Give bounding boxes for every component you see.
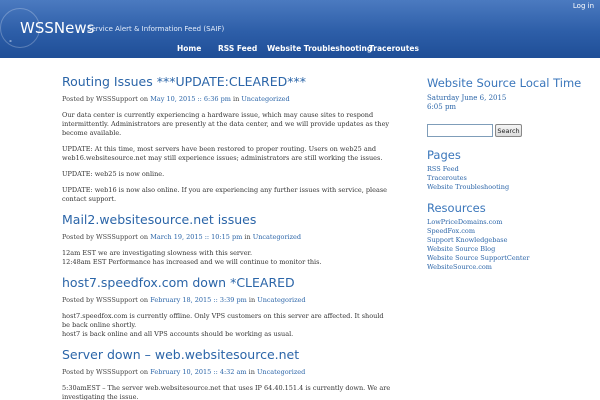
- meta-label: on: [140, 368, 149, 376]
- post-title[interactable]: Mail2.websitesource.net issues: [62, 212, 392, 228]
- post-author: WSSSupport: [95, 233, 138, 241]
- post-author: WSSSupport: [95, 368, 138, 376]
- site-header: WSSNews Service Alert & Information Feed…: [0, 0, 600, 58]
- post-paragraph: Our data center is currently experiencin…: [62, 111, 390, 137]
- resources-list: LowPriceDomains.com SpeedFox.com Support…: [427, 218, 597, 272]
- post-paragraph: host7 is back online and all VPS account…: [62, 330, 294, 338]
- post-body: Our data center is currently experiencin…: [62, 111, 392, 204]
- post-paragraph: UPDATE: web16 is now also online. If you…: [62, 186, 388, 203]
- post-paragraph: 12am EST we are investigating slowness w…: [62, 249, 253, 257]
- post-date-link[interactable]: February 18, 2015 :: 3:39 pm: [150, 296, 247, 304]
- post-title[interactable]: host7.speedfox.com down *CLEARED: [62, 275, 392, 291]
- pages-title: Pages: [427, 148, 461, 162]
- post-meta: Posted by WSSSupport on February 18, 201…: [62, 296, 392, 305]
- post-body: 5:30amEST – The server web.websitesource…: [62, 384, 392, 400]
- meta-label: Posted by: [62, 368, 94, 376]
- pages-list: RSS Feed Traceroutes Website Troubleshoo…: [427, 165, 597, 192]
- post-category-link[interactable]: Uncategorized: [257, 296, 305, 304]
- post-body: 12am EST we are investigating slowness w…: [62, 249, 392, 267]
- post-date-link[interactable]: May 10, 2015 :: 6:36 pm: [150, 95, 231, 103]
- meta-label: in: [248, 296, 256, 304]
- resources-item[interactable]: Website Source SupportCenter: [427, 254, 597, 263]
- meta-label: Posted by: [62, 296, 94, 304]
- post-meta: Posted by WSSSupport on February 10, 201…: [62, 368, 392, 377]
- nav-traceroutes[interactable]: Traceroutes: [369, 44, 419, 53]
- meta-label: in: [232, 95, 240, 103]
- search-form: Search: [427, 124, 597, 137]
- post-paragraph: 5:30amEST – The server web.websitesource…: [62, 384, 391, 400]
- pages-item-website-troubleshooting[interactable]: Website Troubleshooting: [427, 183, 597, 192]
- post-title[interactable]: Routing Issues ***UPDATE:CLEARED***: [62, 74, 392, 90]
- nav-rss-feed[interactable]: RSS Feed: [218, 44, 257, 53]
- post-author: WSSSupport: [95, 95, 138, 103]
- post-paragraph: host7.speedfox.com is currently offline.…: [62, 312, 384, 329]
- nav-website-troubleshooting[interactable]: Website Troubleshooting: [267, 44, 372, 53]
- meta-label: on: [140, 233, 149, 241]
- resources-item[interactable]: Website Source Blog: [427, 245, 597, 254]
- site-tagline: Service Alert & Information Feed (SAIF): [87, 25, 225, 33]
- post: Server down – web.websitesource.net Post…: [62, 347, 392, 400]
- post-category-link[interactable]: Uncategorized: [241, 95, 289, 103]
- post: host7.speedfox.com down *CLEARED Posted …: [62, 275, 392, 339]
- local-clock: 6:05 pm: [427, 103, 457, 111]
- resources-item[interactable]: Support Knowledgebase: [427, 236, 597, 245]
- meta-label: on: [140, 296, 149, 304]
- pages-item-traceroutes[interactable]: Traceroutes: [427, 174, 597, 183]
- meta-label: Posted by: [62, 95, 94, 103]
- main-content: Routing Issues ***UPDATE:CLEARED*** Post…: [62, 74, 392, 400]
- post-category-link[interactable]: Uncategorized: [257, 368, 305, 376]
- resources-item[interactable]: WebsiteSource.com: [427, 263, 597, 272]
- meta-label: on: [140, 95, 149, 103]
- post: Mail2.websitesource.net issues Posted by…: [62, 212, 392, 267]
- meta-label: in: [244, 233, 251, 241]
- meta-label: Posted by: [62, 233, 94, 241]
- post-paragraph: UPDATE: web25 is now online.: [62, 170, 165, 178]
- post-date-link[interactable]: March 19, 2015 :: 10:15 pm: [150, 233, 242, 241]
- site-title[interactable]: WSSNews: [20, 19, 94, 37]
- sidebar: Website Source Local Time Saturday June …: [427, 75, 597, 272]
- resources-title: Resources: [427, 201, 486, 215]
- local-time-title: Website Source Local Time: [427, 76, 582, 90]
- meta-label: in: [248, 368, 255, 376]
- post-title[interactable]: Server down – web.websitesource.net: [62, 347, 392, 363]
- resources-item[interactable]: LowPriceDomains.com: [427, 218, 597, 227]
- post: Routing Issues ***UPDATE:CLEARED*** Post…: [62, 74, 392, 204]
- pages-item-rss-feed[interactable]: RSS Feed: [427, 165, 597, 174]
- local-date: Saturday June 6, 2015: [427, 94, 507, 102]
- post-paragraph: 12:48am EST Performance has increased an…: [62, 258, 322, 266]
- post-meta: Posted by WSSSupport on March 19, 2015 :…: [62, 233, 392, 242]
- post-meta: Posted by WSSSupport on May 10, 2015 :: …: [62, 95, 392, 104]
- resources-item[interactable]: SpeedFox.com: [427, 227, 597, 236]
- post-paragraph: UPDATE: At this time, most servers have …: [62, 145, 383, 162]
- search-input[interactable]: [427, 124, 493, 137]
- post-body: host7.speedfox.com is currently offline.…: [62, 312, 392, 339]
- post-category-link[interactable]: Uncategorized: [253, 233, 301, 241]
- search-button[interactable]: Search: [495, 124, 522, 137]
- login-link[interactable]: Log in: [573, 2, 594, 10]
- post-author: WSSSupport: [95, 296, 138, 304]
- post-date-link[interactable]: February 10, 2015 :: 4:32 am: [150, 368, 246, 376]
- main-nav: Home RSS Feed Website Troubleshooting Tr…: [0, 40, 600, 58]
- nav-home[interactable]: Home: [177, 44, 201, 53]
